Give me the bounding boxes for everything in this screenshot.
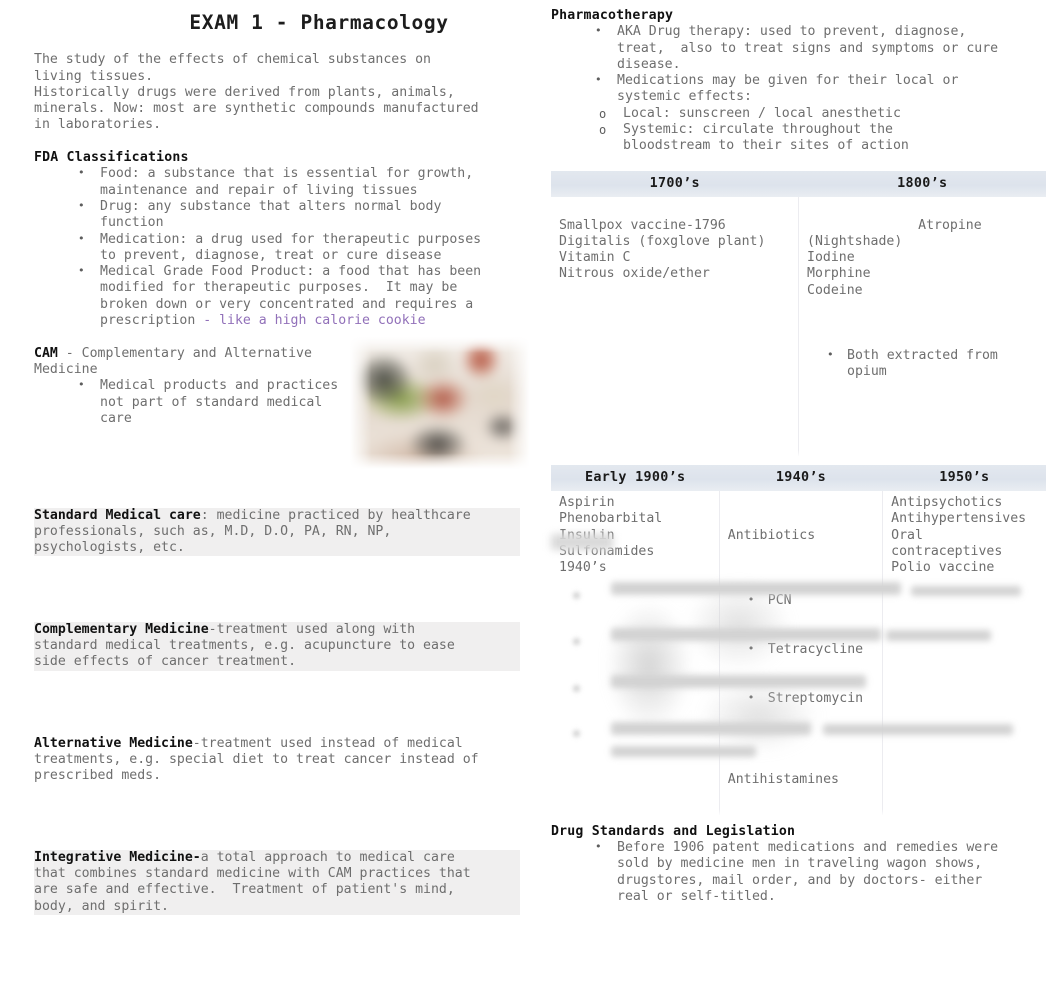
timeline-table-one-wrapper: 1700’s 1800’s Smallpox vaccine-1796 Digi… [551, 170, 1046, 457]
definition-line: Integrative Medicine-a total approach to… [34, 849, 520, 916]
column-header-early-1900s: Early 1900’s [551, 464, 720, 492]
inserted-photo [350, 337, 530, 469]
sub-list-item: Systemic: circulate throughout the blood… [597, 122, 1046, 155]
table-header-row: Early 1900’s 1940’s 1950’s [551, 464, 1046, 492]
definition-line: Complementary Medicine-treatment used al… [34, 621, 520, 671]
definition-alternative-medicine: Alternative Medicine-treatment used inst… [34, 703, 520, 817]
photo-edge-fade [350, 337, 530, 469]
obscured-bullet [573, 638, 580, 645]
drug-standards-list: Before 1906 patent medications and remed… [551, 839, 1046, 905]
cam-term: CAM [34, 345, 58, 361]
list-item: Medical Grade Food Product: a food that … [74, 263, 524, 329]
sub-list-item: Local: sunscreen / local anesthetic [597, 106, 1046, 123]
obscured-heading [551, 534, 613, 550]
definition-line: Alternative Medicine-treatment used inst… [34, 736, 520, 785]
obscured-line [611, 582, 901, 595]
obscured-line [911, 586, 1021, 596]
definition-term: Alternative Medicine [34, 735, 193, 751]
list-item: Before 1906 patent medications and remed… [591, 839, 1046, 905]
page-title: EXAM 1 - Pharmacology [189, 11, 449, 34]
medicine-definitions-block: Standard Medical care: medicine practice… [34, 475, 520, 948]
obscured-content-block [551, 530, 1031, 765]
column-header-1940s: 1940’s [719, 464, 883, 492]
definition-term: Integrative Medicine- [34, 849, 201, 865]
column-header-1950s: 1950’s [882, 464, 1046, 492]
list-item: Medication: a drug used for therapeutic … [74, 231, 524, 265]
obscured-line [611, 675, 866, 688]
column-header-1800s: 1800’s [798, 170, 1046, 198]
list-item: Both extracted from opium [825, 347, 1040, 381]
pharmacotherapy-list: AKA Drug therapy: used to prevent, diagn… [551, 23, 1046, 106]
definition-complementary-medicine: Complementary Medicine-treatment used al… [34, 589, 520, 703]
obscured-bullet [573, 730, 580, 737]
definition-line: Standard Medical care: medicine practice… [34, 507, 520, 557]
list-item: Drug: any substance that alters normal b… [74, 198, 524, 232]
drug-standards-heading: Drug Standards and Legislation [551, 823, 796, 839]
cam-text: - Complementary and Alternative Medicine [34, 345, 312, 377]
table-header-row: 1700’s 1800’s [551, 170, 1046, 198]
list-item: AKA Drug therapy: used to prevent, diagn… [591, 23, 1046, 73]
obscured-line [823, 724, 1013, 735]
obscured-line [611, 628, 881, 641]
timeline-table-1700s-1800s: 1700’s 1800’s Smallpox vaccine-1796 Digi… [551, 170, 1046, 456]
cell-text-bottom: Antihistamines [727, 772, 839, 788]
cell-1800s: Atropine (Nightshade) Iodine Morphine Co… [798, 197, 1046, 456]
cell-bullet-list: Both extracted from opium [807, 315, 1040, 413]
document-page: EXAM 1 - Pharmacology The study of the e… [0, 0, 1062, 1001]
definition-standard-medical-care: Standard Medical care: medicine practice… [34, 475, 520, 589]
cell-1700s: Smallpox vaccine-1796 Digitalis (foxglov… [551, 197, 799, 456]
pharmacotherapy-sublist: Local: sunscreen / local anesthetic Syst… [551, 106, 1046, 155]
obscured-bullet [573, 592, 580, 599]
pharmacotherapy-heading: Pharmacotherapy [551, 8, 674, 23]
table-row: Smallpox vaccine-1796 Digitalis (foxglov… [551, 197, 1046, 456]
obscured-line [611, 746, 756, 757]
definition-term: Complementary Medicine [34, 621, 209, 637]
definition-term: Standard Medical care [34, 507, 201, 523]
obscured-line [611, 722, 811, 735]
accent-note: - like a high calorie cookie [203, 313, 426, 329]
definition-integrative-medicine: Integrative Medicine-a total approach to… [34, 817, 520, 947]
fda-classifications-heading: FDA Classifications [34, 150, 189, 166]
fda-classifications-list: Food: a substance that is essential for … [34, 165, 524, 329]
right-column: Pharmacotherapy AKA Drug therapy: used t… [551, 8, 1046, 905]
cell-text: Atropine (Nightshade) Iodine Morphine Co… [807, 217, 982, 298]
list-item: Medications may be given for their local… [591, 72, 1046, 106]
intro-paragraph: The study of the effects of chemical sub… [34, 52, 479, 133]
obscured-line [886, 630, 991, 641]
column-header-1700s: 1700’s [551, 170, 799, 198]
obscured-bullet [573, 685, 580, 692]
list-item: Food: a substance that is essential for … [74, 165, 524, 199]
